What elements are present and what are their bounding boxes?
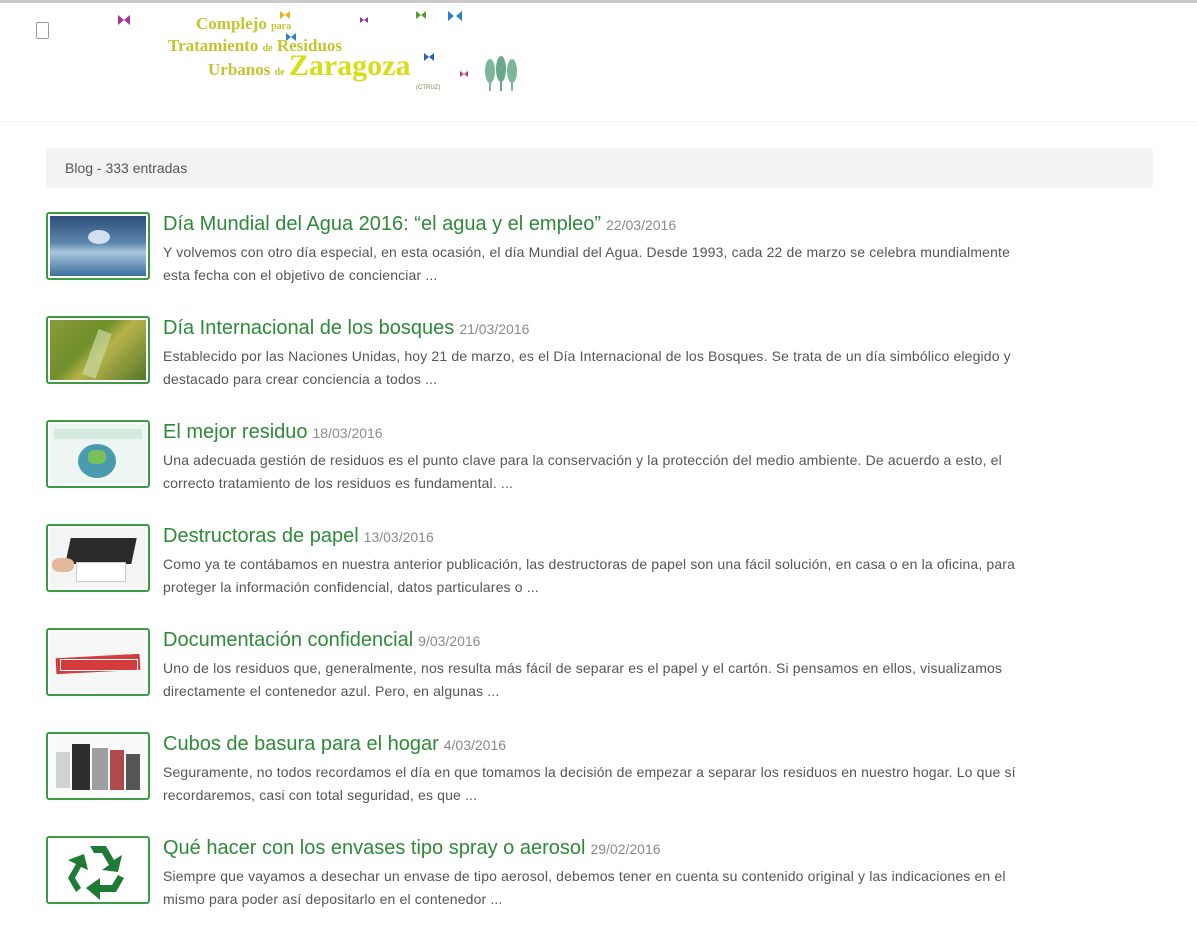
post-item: Destructoras de papel 13/03/2016 Como ya … xyxy=(46,524,1161,628)
menu-icon[interactable] xyxy=(36,22,49,39)
post-item: Día Internacional de los bosques 21/03/20… xyxy=(46,316,1161,420)
post-excerpt-line: destacado para crear conciencia a todos … xyxy=(163,371,438,387)
trash-bins-image xyxy=(50,736,146,796)
water-image xyxy=(50,216,146,276)
post-thumbnail[interactable] xyxy=(46,420,150,488)
post-thumbnail[interactable] xyxy=(46,836,150,904)
post-date: 22/03/2016 xyxy=(606,217,677,233)
post-thumbnail[interactable] xyxy=(46,212,150,280)
forest-image xyxy=(50,320,146,380)
post-excerpt: Y volvemos con otro día especial, en est… xyxy=(163,241,1161,287)
post-item: Qué hacer con los envases tipo spray o a… xyxy=(46,836,1161,940)
logo-line-1: Complejo para xyxy=(196,14,291,33)
recycle-icon xyxy=(68,846,124,900)
post-thumbnail[interactable] xyxy=(46,524,150,592)
butterfly-icon xyxy=(118,15,130,25)
post-title-link[interactable]: Qué hacer con los envases tipo spray o a… xyxy=(163,837,585,859)
post-title-link[interactable]: El mejor residuo xyxy=(163,421,308,443)
site-header: Complejo para Tratamiento de Residuos Ur… xyxy=(0,3,1197,122)
post-excerpt-line: Y volvemos con otro día especial, en est… xyxy=(163,244,1011,260)
post-excerpt-line: directamente el contenedor azul. Pero, e… xyxy=(163,683,500,699)
post-thumbnail[interactable] xyxy=(46,732,150,800)
post-date: 13/03/2016 xyxy=(363,529,434,545)
post-title-link[interactable]: Cubos de basura para el hogar xyxy=(163,733,439,755)
butterfly-icon xyxy=(424,53,434,61)
post-excerpt: Siempre que vayamos a desechar un envase… xyxy=(163,865,1161,911)
trees-icon xyxy=(485,56,517,91)
butterfly-icon xyxy=(280,11,290,19)
post-excerpt: Uno de los residuos que, generalmente, n… xyxy=(163,657,1161,703)
post-title-link[interactable]: Documentación confidencial xyxy=(163,629,413,651)
post-excerpt-line: Siempre que vayamos a desechar un envase… xyxy=(163,868,1006,884)
recycle-image xyxy=(50,840,146,900)
post-item: Documentación confidencial 9/03/2016 Uno … xyxy=(46,628,1161,732)
post-excerpt-line: Una adecuada gestión de residuos es el p… xyxy=(163,452,1002,468)
butterfly-icon xyxy=(416,11,426,19)
post-excerpt-line: Seguramente, no todos recordamos el día … xyxy=(163,764,1016,780)
post-date: 18/03/2016 xyxy=(312,425,383,441)
post-date: 29/02/2016 xyxy=(590,841,661,857)
post-thumbnail[interactable] xyxy=(46,628,150,696)
post-title-link[interactable]: Día Internacional de los bosques xyxy=(163,317,454,339)
logo-graphic: Complejo para Tratamiento de Residuos Ur… xyxy=(118,11,517,91)
post-excerpt-line: proteger la información confidencial, da… xyxy=(163,579,539,595)
post-excerpt: Seguramente, no todos recordamos el día … xyxy=(163,761,1161,807)
butterfly-icon xyxy=(360,17,368,23)
post-excerpt-line: correcto tratamiento de los residuos es … xyxy=(163,475,514,491)
blog-count-bar: Blog - 333 entradas xyxy=(46,148,1153,188)
post-item: Día Mundial del Agua 2016: “el agua y el… xyxy=(46,212,1161,316)
confidential-stamp-image xyxy=(50,632,146,692)
post-list: Día Mundial del Agua 2016: “el agua y el… xyxy=(46,212,1161,940)
post-excerpt-line: recordaremos, casi con total seguridad, … xyxy=(163,787,478,803)
post-excerpt: Como ya te contábamos en nuestra anterio… xyxy=(163,553,1161,599)
post-date: 4/03/2016 xyxy=(443,737,507,753)
post-excerpt-line: esta fecha con el objetivo de conciencia… xyxy=(163,267,438,283)
post-title-link[interactable]: Destructoras de papel xyxy=(163,525,359,547)
site-logo[interactable]: Complejo para Tratamiento de Residuos Ur… xyxy=(110,5,530,97)
post-item: El mejor residuo 18/03/2016 Una adecuada … xyxy=(46,420,1161,524)
logo-line-4: (CTRUZ) xyxy=(416,85,440,91)
post-title-link[interactable]: Día Mundial del Agua 2016: “el agua y el… xyxy=(163,213,601,235)
post-date: 21/03/2016 xyxy=(459,321,530,337)
post-item: Cubos de basura para el hogar 4/03/2016 S… xyxy=(46,732,1161,836)
globe-image xyxy=(50,424,146,484)
post-excerpt-line: Establecido por las Naciones Unidas, hoy… xyxy=(163,348,1011,364)
post-excerpt: Una adecuada gestión de residuos es el p… xyxy=(163,449,1161,495)
post-date: 9/03/2016 xyxy=(418,633,481,649)
butterfly-icon xyxy=(448,11,462,21)
post-excerpt-line: Uno de los residuos que, generalmente, n… xyxy=(163,660,1003,676)
shredder-image xyxy=(50,528,146,588)
post-excerpt: Establecido por las Naciones Unidas, hoy… xyxy=(163,345,1161,391)
butterfly-icon xyxy=(460,71,468,77)
blog-count-label: Blog - 333 entradas xyxy=(65,160,188,176)
post-thumbnail[interactable] xyxy=(46,316,150,384)
post-excerpt-line: Como ya te contábamos en nuestra anterio… xyxy=(163,556,1016,572)
